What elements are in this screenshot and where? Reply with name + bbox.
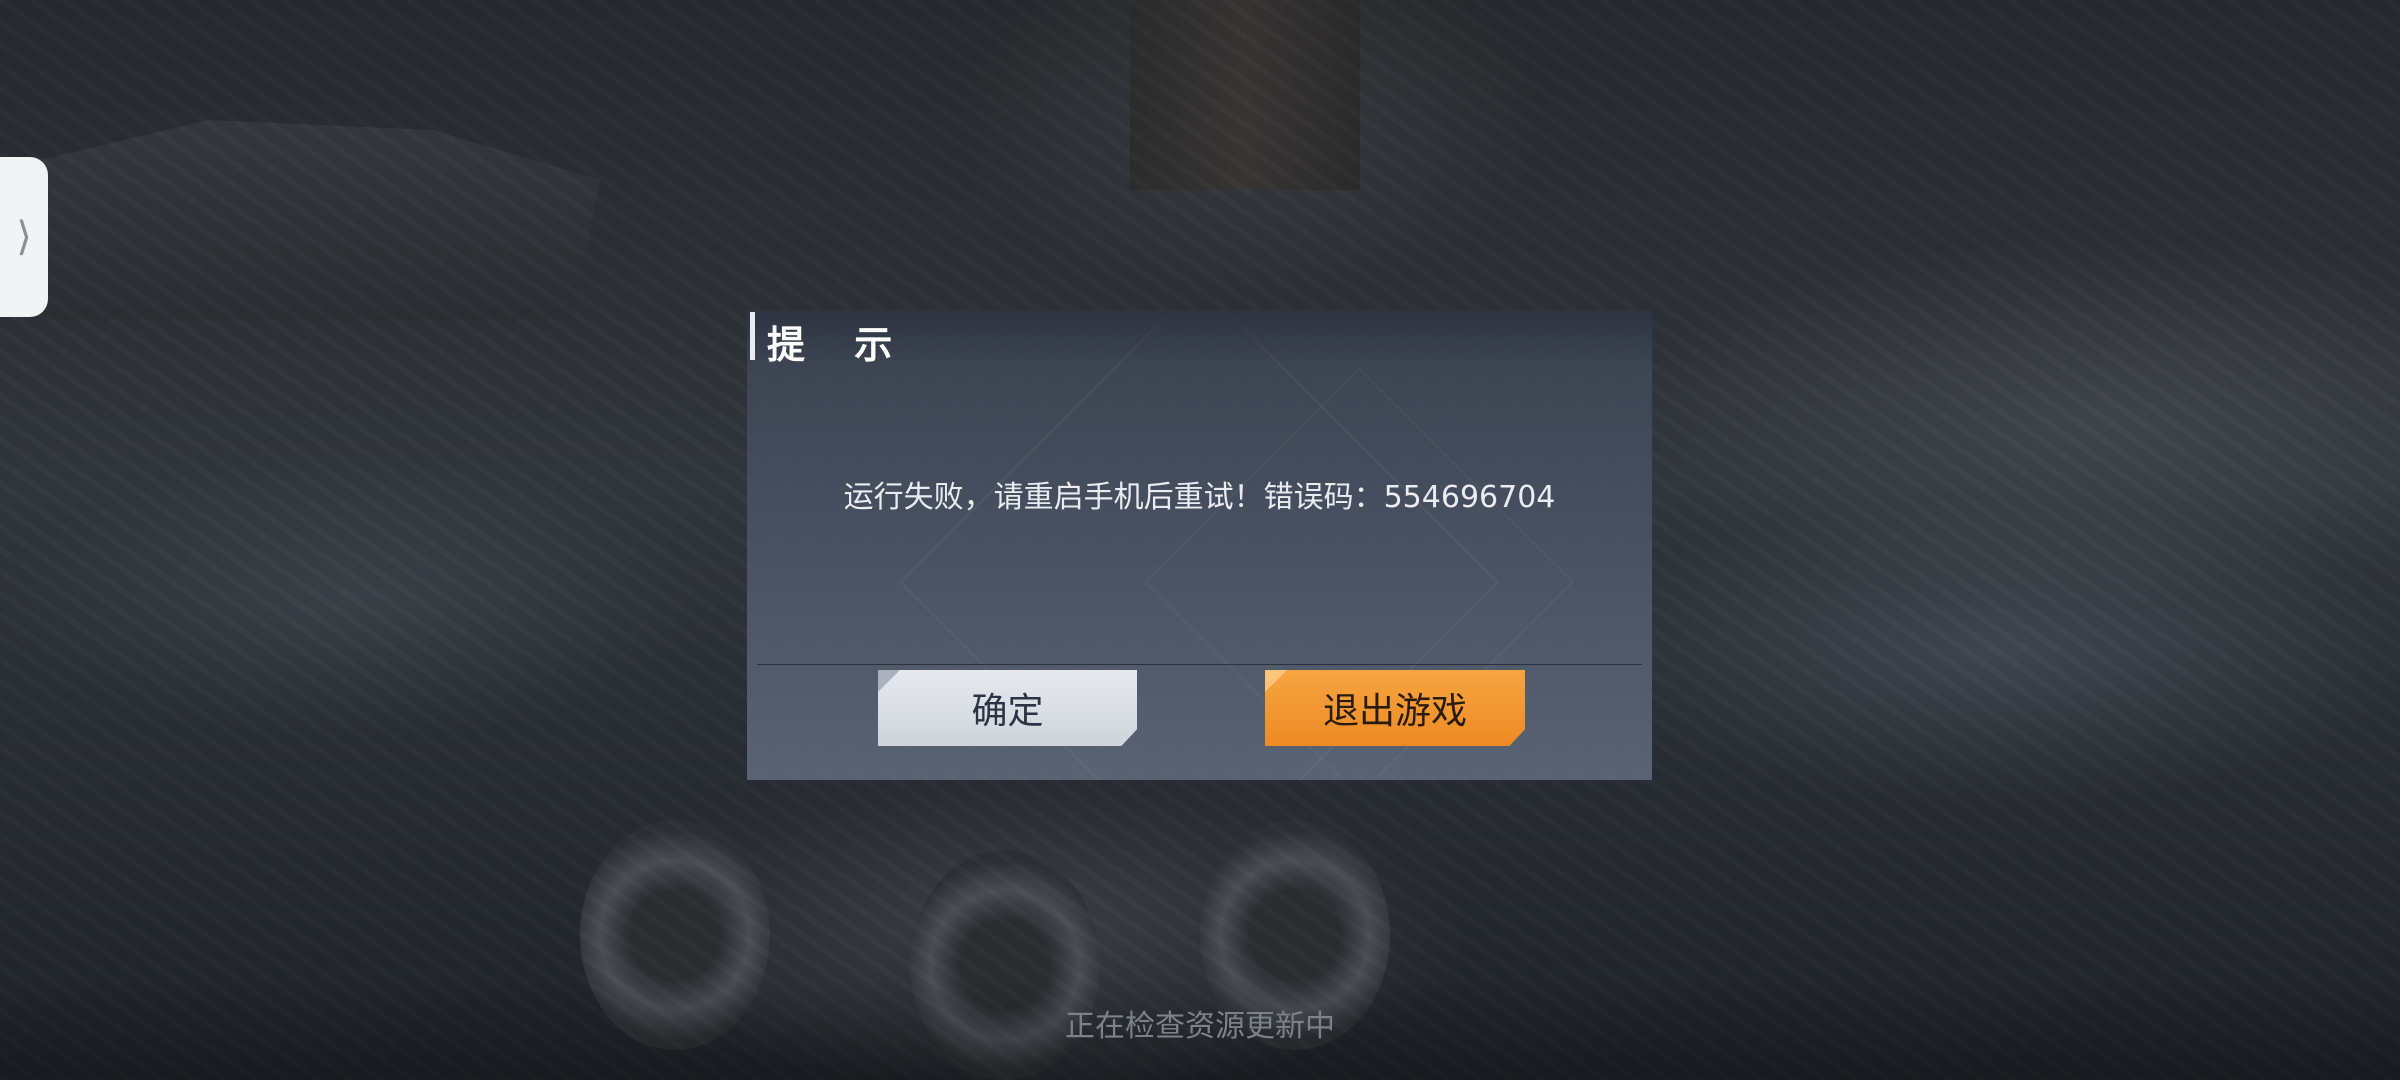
background-tower (1130, 0, 1360, 190)
confirm-button-label: 确定 (971, 691, 1044, 732)
background-cliff (40, 120, 600, 320)
dialog-message: 运行失败，请重启手机后重试！错误码：554696704 (843, 480, 1556, 515)
dialog-title: 提 示 (767, 323, 911, 367)
dialog-divider (757, 664, 1642, 665)
chevron-right-icon: ⟩ (16, 214, 32, 260)
title-accent-bar (750, 312, 755, 360)
exit-game-button-label: 退出游戏 (1322, 691, 1467, 732)
exit-game-button[interactable]: 退出游戏 (1265, 670, 1525, 746)
alert-dialog: 提 示 运行失败，请重启手机后重试！错误码：554696704 确定 退出游戏 (747, 310, 1652, 780)
dialog-header: 提 示 (747, 310, 1652, 367)
side-panel-toggle[interactable]: ⟩ (0, 157, 48, 317)
confirm-button[interactable]: 确定 (878, 670, 1137, 746)
loading-status-text: 正在检查资源更新中 (1065, 1009, 1335, 1044)
